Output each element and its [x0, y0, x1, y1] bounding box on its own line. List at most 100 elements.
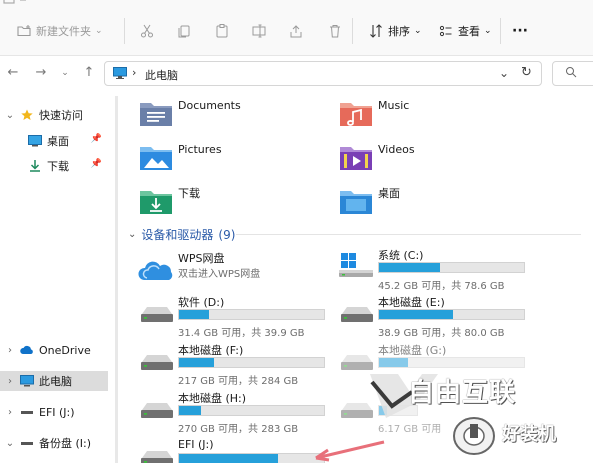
drive-wps-cloud[interactable]: WPS网盘 双击进入WPS网盘 [138, 250, 338, 298]
share-icon[interactable] [288, 23, 304, 39]
pin-icon[interactable]: 📌 [91, 134, 102, 144]
nav-label: 桌面 [47, 135, 69, 148]
drive-name: EFI (J:) [178, 438, 214, 451]
folder-pictures[interactable]: Pictures [138, 138, 222, 176]
drive-icon [21, 442, 33, 445]
folder-downloads[interactable]: 下载 [138, 182, 200, 220]
section-title: 设备和驱动器 [141, 228, 214, 242]
drive-j[interactable]: EFI (J:) [138, 438, 338, 463]
expand-chevron-icon[interactable]: › [0, 345, 20, 356]
drive-d[interactable]: 软件 (D:) 31.4 GB 可用，共 39.9 GB [138, 294, 338, 342]
view-icon [439, 25, 452, 37]
drive-size: 217 GB 可用，共 284 GB [178, 376, 299, 387]
search-input[interactable] [552, 61, 593, 86]
nav-item-backup[interactable]: ⌄ 备份盘 (I:) [0, 433, 108, 453]
view-label: 查看 [458, 25, 480, 38]
drive-usage-fill [179, 310, 210, 319]
folder-music[interactable]: Music [338, 94, 409, 132]
expand-chevron-icon[interactable]: › [0, 376, 20, 387]
folder-name: Pictures [178, 142, 222, 156]
more-options-button[interactable]: ··· [512, 20, 528, 42]
expand-chevron-icon[interactable]: › [0, 407, 20, 418]
command-bar: 新建文件夹 ⌄ 排序 ⌄ 查看 ⌄ ··· [0, 0, 593, 56]
pin-icon[interactable]: 📌 [91, 159, 102, 169]
videos-folder-icon [340, 147, 372, 170]
sort-button[interactable]: 排序 ⌄ [368, 20, 422, 42]
folder-name: Videos [378, 142, 415, 156]
devices-and-drives-header[interactable]: ⌄ 设备和驱动器 (9) [128, 226, 581, 243]
drive-name: 本地磁盘 (E:) [378, 296, 445, 309]
folder-name: Documents [178, 98, 241, 112]
watermark-text: 自由互联 [408, 378, 517, 408]
sort-label: 排序 [388, 25, 410, 38]
folder-documents[interactable]: Documents [138, 94, 241, 132]
nav-label: 备份盘 (I:) [39, 437, 92, 450]
refresh-icon[interactable]: ↻ [521, 65, 532, 80]
drive-h[interactable]: 本地磁盘 (H:) 270 GB 可用，共 283 GB [138, 390, 338, 438]
chevron-down-icon: ⌄ [95, 26, 103, 36]
toolbar-divider [352, 18, 353, 44]
drive-usage-bar [378, 262, 525, 273]
drive-usage-fill [179, 454, 278, 463]
folder-name: Music [378, 98, 410, 112]
new-folder-icon [17, 25, 31, 37]
nav-item-efi[interactable]: › EFI (J:) [0, 402, 108, 422]
new-folder-button[interactable]: 新建文件夹 ⌄ [16, 20, 103, 42]
desktop-icon [28, 135, 42, 147]
delete-icon[interactable] [327, 23, 343, 39]
folder-desktop[interactable]: 桌面 [338, 182, 400, 220]
expand-chevron-icon[interactable]: ⌄ [0, 110, 20, 121]
expand-chevron-icon[interactable]: ⌄ [0, 438, 20, 449]
view-button[interactable]: 查看 ⌄ [438, 20, 492, 42]
pictures-folder-icon [140, 147, 172, 170]
drive-f[interactable]: 本地磁盘 (F:) 217 GB 可用，共 284 GB [138, 342, 338, 390]
nav-item-downloads[interactable]: 下载 📌 [0, 156, 108, 176]
pane-scrollbar[interactable] [115, 96, 118, 463]
download-icon [30, 160, 40, 172]
back-arrow-icon[interactable]: ← [4, 64, 22, 82]
drive-e[interactable]: 本地磁盘 (E:) 38.9 GB 可用，共 80.0 GB [338, 294, 538, 342]
cut-icon[interactable] [139, 23, 155, 39]
hard-drive-icon [341, 307, 373, 322]
drive-usage-bar [178, 453, 325, 463]
drive-name: 本地磁盘 (G:) [378, 344, 447, 357]
forward-arrow-icon[interactable]: → [32, 64, 50, 82]
hard-drive-icon [141, 451, 173, 463]
downloads-folder-icon [140, 191, 172, 214]
nav-item-quick-access[interactable]: ⌄ 快速访问 [0, 105, 108, 125]
nav-item-this-pc[interactable]: › 此电脑 [0, 371, 108, 391]
desktop-folder-icon [340, 191, 372, 214]
rename-icon[interactable] [251, 23, 267, 39]
address-dropdown-icon[interactable]: ⌄ [499, 66, 509, 80]
drive-usage-fill [379, 263, 440, 272]
folder-name: 下载 [178, 187, 200, 200]
folder-videos[interactable]: Videos [338, 138, 415, 176]
copy-icon[interactable] [176, 23, 192, 39]
breadcrumb-this-pc[interactable]: 此电脑 [145, 67, 178, 83]
up-arrow-icon[interactable]: ↑ [80, 64, 98, 82]
search-icon [566, 67, 577, 78]
nav-item-desktop[interactable]: 桌面 📌 [0, 131, 108, 151]
drive-name: 软件 (D:) [178, 296, 225, 309]
paste-icon[interactable] [214, 23, 230, 39]
drive-name: 本地磁盘 (F:) [178, 344, 244, 357]
drive-usage-fill [179, 358, 214, 367]
drive-name: WPS网盘 [178, 252, 225, 265]
music-folder-icon [340, 103, 372, 126]
drive-usage-bar [178, 309, 325, 320]
toolbar-divider [124, 18, 125, 44]
recent-locations-chevron-icon[interactable]: ⌄ [56, 64, 74, 82]
star-icon [21, 109, 33, 120]
breadcrumb-separator: › [132, 66, 137, 79]
address-bar[interactable]: › 此电脑 ⌄ ↻ [104, 61, 542, 86]
drive-usage-bar [178, 357, 325, 368]
drive-usage-bar [378, 309, 525, 320]
onedrive-cloud-icon [20, 345, 33, 354]
chevron-down-icon: ⌄ [414, 26, 422, 36]
drive-c[interactable]: 系统 (C:) 45.2 GB 可用，共 78.6 GB [338, 247, 538, 295]
nav-item-onedrive[interactable]: › OneDrive [0, 340, 108, 360]
sort-icon [370, 24, 382, 38]
wps-cloud-icon [138, 261, 173, 280]
address-row: ← → ⌄ ↑ › 此电脑 ⌄ ↻ [0, 56, 593, 90]
drive-size: 270 GB 可用，共 283 GB [178, 424, 299, 435]
